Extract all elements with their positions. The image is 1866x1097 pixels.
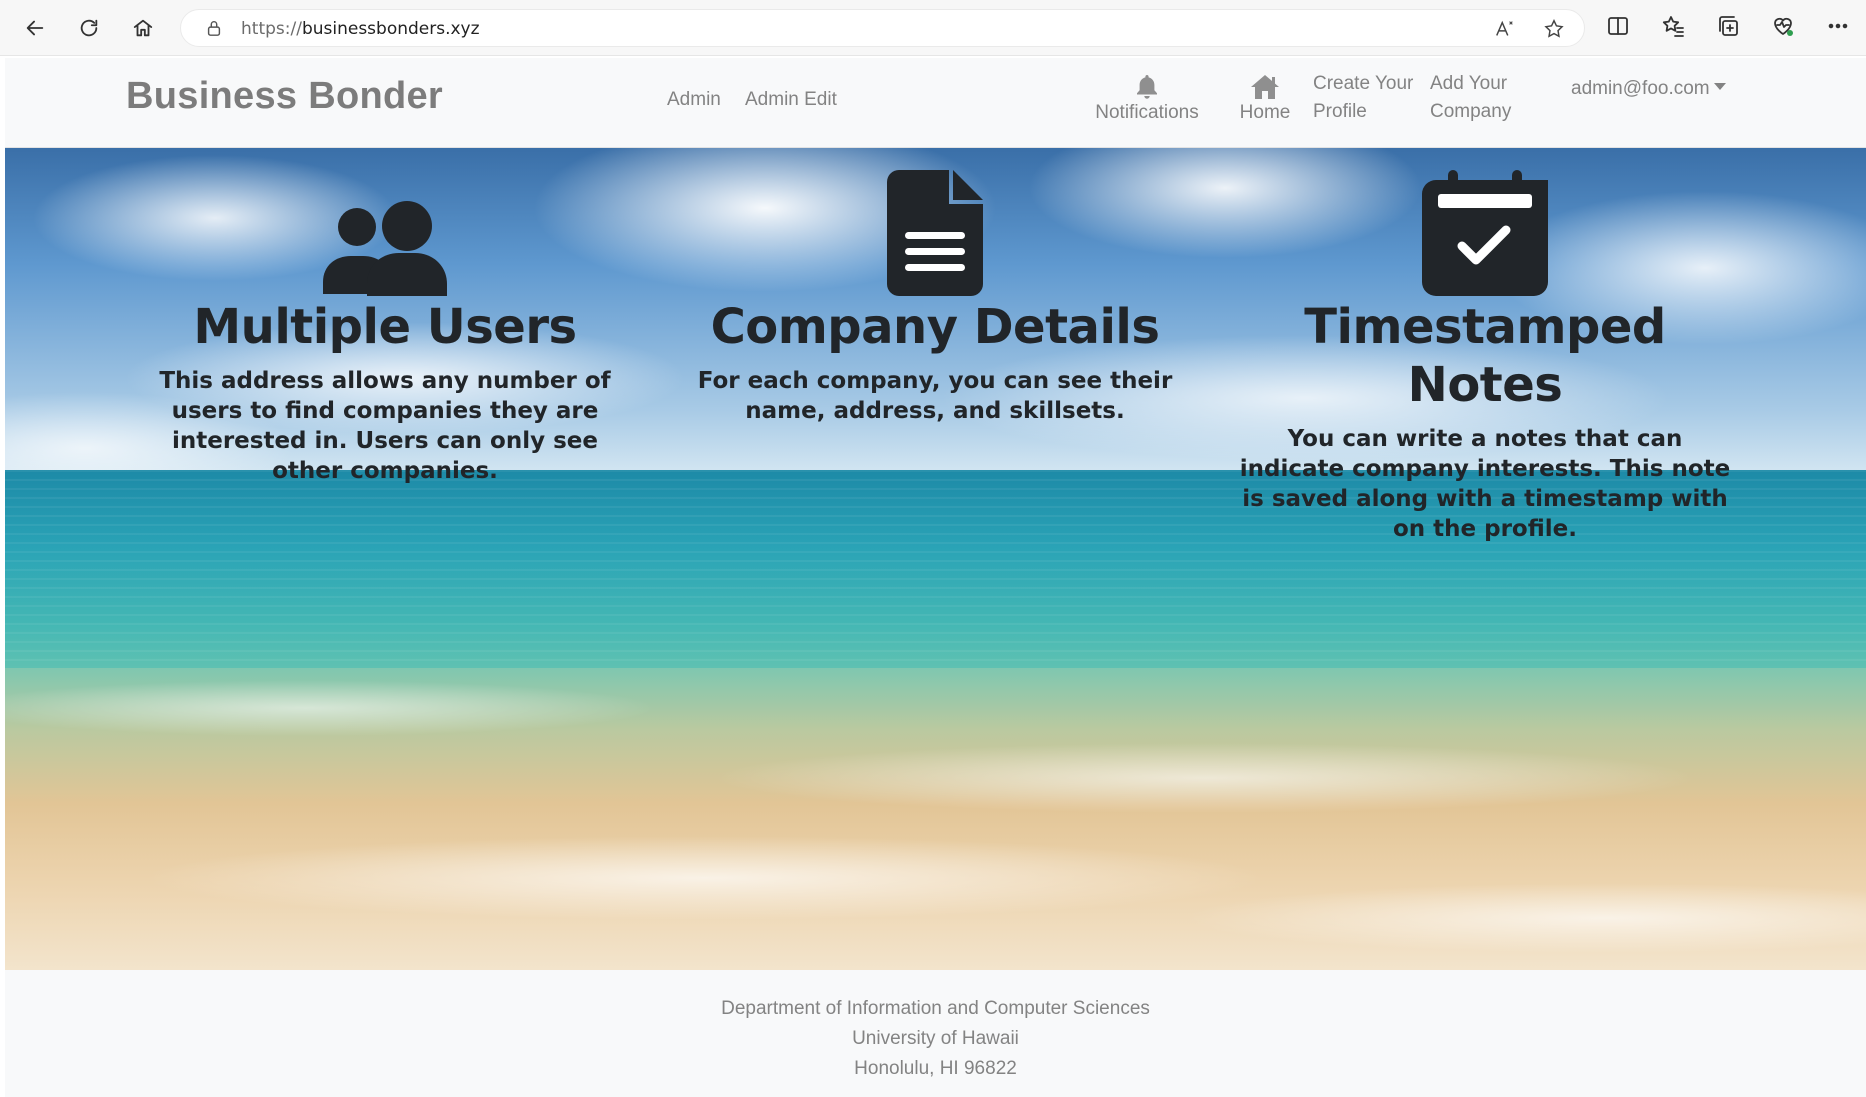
feature-icon-container [125,148,645,296]
nav-notifications-label: Notifications [1095,102,1199,123]
star-icon [1544,19,1564,38]
site-navbar: Business Bonder Admin Admin Edit Notific… [5,58,1866,148]
heart-pulse-icon [1774,17,1793,36]
user-dropdown-toggle[interactable]: admin@foo.com [1571,75,1726,103]
nav-create-profile-line1: Create Your [1313,73,1414,94]
more-menu-button[interactable] [1826,14,1854,42]
footer-university: University of Hawaii [852,1028,1019,1049]
caret-down-icon [1713,83,1726,90]
nav-add-company-line1: Add Your [1430,73,1508,94]
feature-icon-container [675,148,1195,296]
feature-description: This address allows any number of users … [159,368,611,484]
favorites-button[interactable] [1661,14,1689,42]
favorite-star-button[interactable] [1543,18,1565,40]
nav-create-profile-line2: Profile [1313,101,1367,122]
nav-notifications[interactable]: Notifications [1090,74,1204,124]
feature-multiple-users: Multiple Users This address allows any n… [125,148,645,486]
lock-icon [207,21,221,36]
nav-admin-edit[interactable]: Admin Edit [745,86,837,114]
favorites-list-icon [1662,16,1684,37]
browser-toolbar: https://businessbonders.xyz [0,0,1866,56]
url-text: https://businessbonders.xyz [241,19,480,39]
nav-admin[interactable]: Admin [667,86,721,114]
feature-description: You can write a notes that can indicate … [1239,426,1731,542]
back-button[interactable] [18,11,52,45]
reload-button[interactable] [72,11,106,45]
feature-title: Timestamped Notes [1304,299,1666,413]
nav-create-profile[interactable]: Create Your Profile [1313,70,1423,126]
nav-home-label: Home [1239,102,1291,123]
brand-logo-text[interactable]: Business Bonder [126,75,443,118]
nav-add-company[interactable]: Add Your Company [1430,70,1540,126]
read-aloud-icon [1496,20,1513,36]
home-browser-button[interactable] [126,11,160,45]
more-dots-icon [1828,23,1848,29]
user-email: admin@foo.com [1571,78,1710,99]
shore-background [5,668,1866,970]
refresh-icon [80,19,98,37]
feature-title: Company Details [710,299,1160,355]
nav-add-company-line2: Company [1430,101,1512,122]
feature-timestamped-notes: Timestamped Notes You can write a notes … [1225,148,1745,544]
collections-button[interactable] [1716,14,1744,42]
footer-department: Department of Information and Computer S… [721,998,1150,1019]
file-lines-icon [887,170,983,296]
calendar-check-icon [1422,170,1548,296]
house-outline-icon [133,19,153,37]
feature-description: For each company, you can see their name… [697,368,1173,424]
feature-title: Multiple Users [193,299,577,355]
footer-address: Honolulu, HI 96822 [854,1058,1017,1079]
feature-icon-container [1225,148,1745,296]
bell-icon [1137,75,1157,99]
users-icon [323,201,447,296]
read-aloud-button[interactable] [1494,18,1516,40]
nav-home[interactable]: Home [1230,74,1300,124]
address-bar[interactable]: https://businessbonders.xyz [180,9,1585,47]
split-screen-icon [1608,17,1628,35]
collections-icon [1719,16,1738,36]
browser-essentials-button[interactable] [1771,14,1799,42]
site-footer: Department of Information and Computer S… [5,970,1866,1097]
home-icon [1251,75,1279,99]
feature-company-details: Company Details For each company, you ca… [675,148,1195,426]
hero-banner: Multiple Users This address allows any n… [5,148,1866,970]
arrow-left-icon [26,20,44,36]
split-screen-button[interactable] [1606,14,1634,42]
